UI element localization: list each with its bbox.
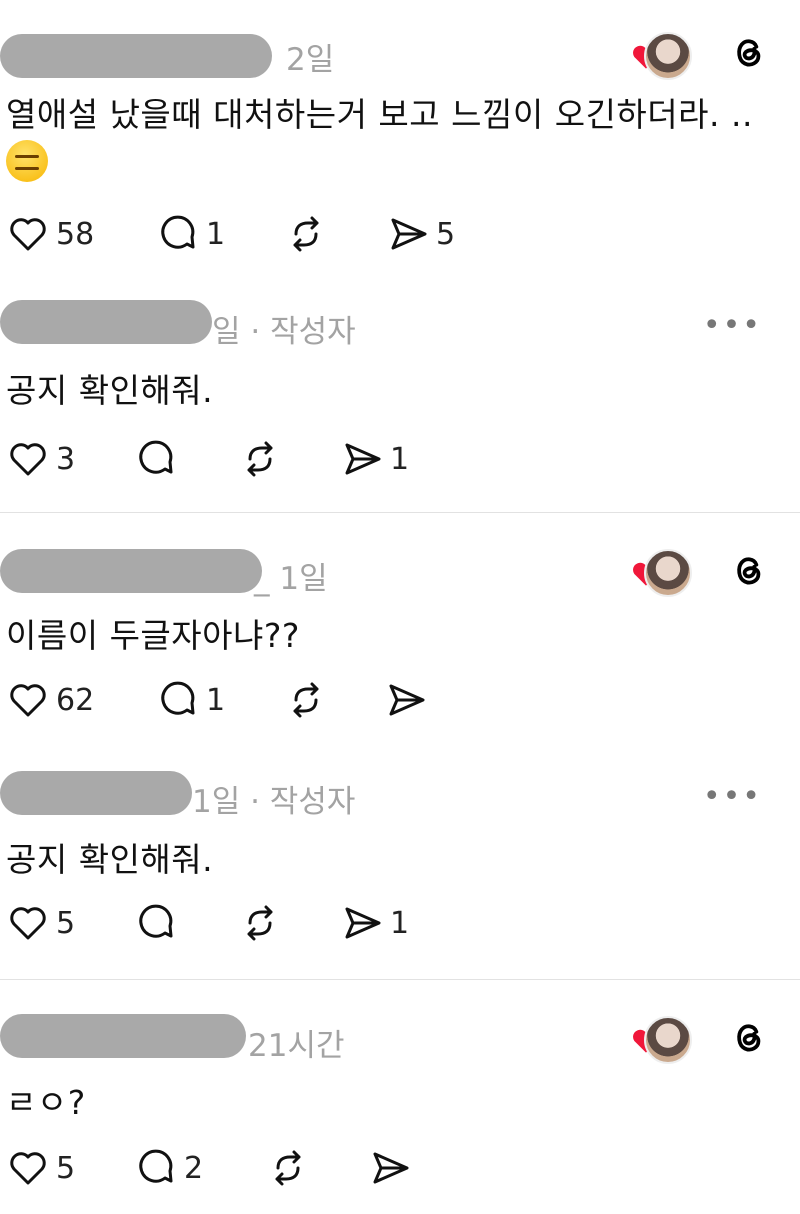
avatar <box>644 32 692 80</box>
post-text: 공지 확인해줘. <box>6 840 214 879</box>
speech-bubble-icon <box>139 904 173 938</box>
repost-button[interactable] <box>284 675 328 725</box>
post-4: 1일 · 작성자 ••• 공지 확인해줘. 5 1 <box>0 743 800 978</box>
like-button[interactable]: 58 <box>6 209 94 259</box>
post-3: _ 1일 이름이 두글자아냐?? 62 1 <box>0 513 800 743</box>
redacted-username <box>0 771 192 815</box>
like-count: 5 <box>56 905 76 941</box>
share-count: 1 <box>390 905 410 941</box>
post-text: ㄹㅇ? <box>6 1083 86 1122</box>
threads-logo-icon[interactable] <box>728 550 770 592</box>
avatar <box>644 549 692 597</box>
heart-outline-icon <box>10 443 46 476</box>
share-button[interactable]: 1 <box>340 434 409 484</box>
heart-outline-icon <box>10 684 46 717</box>
speech-bubble-icon <box>139 440 173 474</box>
post-5: 21시간 ㄹㅇ? 5 2 <box>0 980 800 1214</box>
like-count: 5 <box>56 1150 76 1186</box>
like-count: 58 <box>56 216 95 252</box>
avatar <box>644 1016 692 1064</box>
more-dots-icon[interactable]: ••• <box>703 308 762 343</box>
action-bar: 5 2 <box>0 1143 500 1193</box>
action-bar: 3 1 <box>0 434 500 484</box>
heart-outline-icon <box>10 907 46 940</box>
like-button[interactable]: 5 <box>6 898 75 948</box>
action-bar: 62 1 <box>0 675 500 725</box>
repost-icon <box>293 216 319 252</box>
repost-button[interactable] <box>238 898 282 948</box>
liked-by-author-avatar[interactable] <box>632 30 692 80</box>
like-count: 3 <box>56 441 76 477</box>
redacted-username <box>0 34 272 78</box>
repost-button[interactable] <box>266 1143 310 1193</box>
send-icon <box>345 443 381 475</box>
post-time: 21시간 <box>248 1028 345 1064</box>
share-button[interactable] <box>384 675 428 725</box>
share-count: 5 <box>436 216 456 252</box>
post-text: 열애설 났을때 대처하는거 보고 느낌이 오긴하더라. .. <box>6 95 753 134</box>
comment-button[interactable]: 2 <box>134 1143 203 1193</box>
like-button[interactable]: 3 <box>6 434 75 484</box>
heart-outline-icon <box>10 1152 46 1185</box>
repost-icon <box>275 1150 301 1186</box>
post-text: 이름이 두글자아냐?? <box>6 616 300 655</box>
like-count: 62 <box>56 682 95 718</box>
repost-button[interactable] <box>284 209 328 259</box>
heart-outline-icon <box>10 218 46 251</box>
comment-button[interactable] <box>134 434 178 484</box>
liked-by-author-avatar[interactable] <box>632 1014 692 1064</box>
speech-bubble-icon <box>161 215 195 249</box>
post-2: 일 · 작성자 ••• 공지 확인해줘. 3 1 <box>0 270 800 510</box>
threads-logo-icon[interactable] <box>728 1017 770 1059</box>
action-bar: 5 1 <box>0 898 500 948</box>
comment-button[interactable]: 1 <box>156 209 225 259</box>
action-bar: 58 1 5 <box>0 209 500 259</box>
post-text: 공지 확인해줘. <box>6 371 214 410</box>
like-button[interactable]: 62 <box>6 675 94 725</box>
repost-icon <box>247 441 273 477</box>
speech-bubble-icon <box>139 1149 173 1183</box>
comment-count: 1 <box>206 216 226 252</box>
redacted-username <box>0 300 212 344</box>
share-button[interactable] <box>368 1143 412 1193</box>
share-button[interactable]: 5 <box>386 209 455 259</box>
share-count: 1 <box>390 441 410 477</box>
repost-icon <box>247 905 273 941</box>
comment-button[interactable]: 1 <box>156 675 225 725</box>
post-1: 2일 열애설 났을때 대처하는거 보고 느낌이 오긴하더라. .. 58 1 5 <box>0 0 800 270</box>
send-icon <box>345 907 381 939</box>
liked-by-author-avatar[interactable] <box>632 547 692 597</box>
post-time: 1일 · 작성자 <box>192 784 356 820</box>
send-icon <box>391 218 427 250</box>
repost-button[interactable] <box>238 434 282 484</box>
share-button[interactable]: 1 <box>340 898 409 948</box>
send-icon <box>389 684 425 716</box>
more-dots-icon[interactable]: ••• <box>703 779 762 814</box>
send-icon <box>373 1152 409 1184</box>
redacted-username <box>0 1014 246 1058</box>
comment-button[interactable] <box>134 898 178 948</box>
comment-count: 2 <box>184 1150 204 1186</box>
comment-count: 1 <box>206 682 226 718</box>
expressionless-face-emoji <box>6 140 48 182</box>
speech-bubble-icon <box>161 681 195 715</box>
post-time: 2일 <box>286 42 335 78</box>
post-time: 일 · 작성자 <box>212 314 356 350</box>
like-button[interactable]: 5 <box>6 1143 75 1193</box>
post-time: _ 1일 <box>254 561 328 597</box>
repost-icon <box>293 682 319 718</box>
redacted-username <box>0 549 262 593</box>
threads-logo-icon[interactable] <box>728 32 770 74</box>
